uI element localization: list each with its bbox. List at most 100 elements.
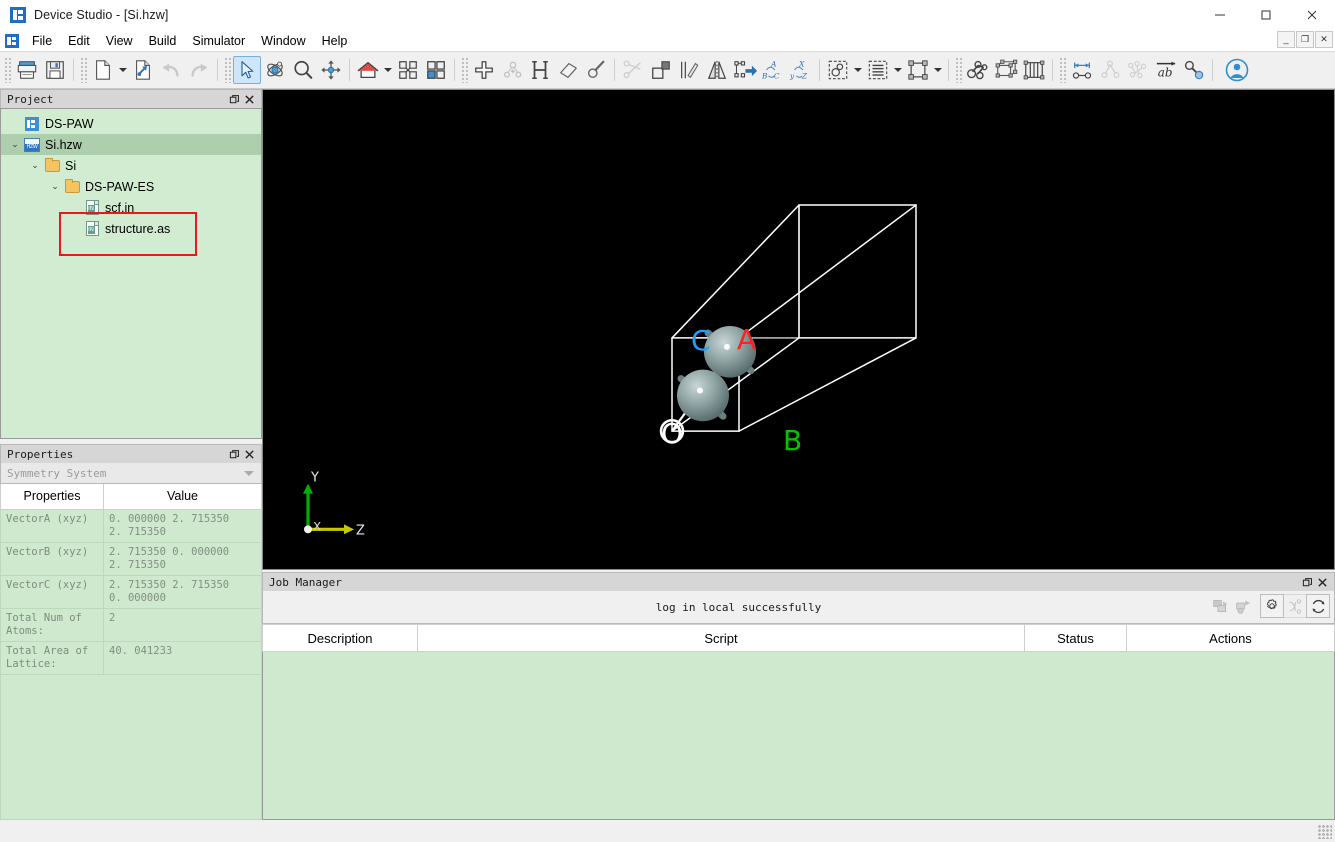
project-panel-close-button[interactable] <box>242 92 257 107</box>
hydrogen-icon[interactable] <box>526 56 554 84</box>
add-molecule-icon[interactable] <box>498 56 526 84</box>
tree-item-label: structure.as <box>105 221 171 236</box>
toolbar-grip[interactable] <box>955 57 962 83</box>
crystal-structure-render[interactable]: O A B C Y Z X <box>263 90 1334 569</box>
resize-grip-icon[interactable] <box>1318 825 1332 839</box>
undo-icon[interactable] <box>157 56 185 84</box>
chevron-down-icon[interactable]: ⌄ <box>47 179 63 195</box>
cell-style-icon[interactable] <box>904 56 932 84</box>
supercell-icon[interactable] <box>647 56 675 84</box>
menu-view[interactable]: View <box>98 32 141 50</box>
chevron-down-icon[interactable] <box>244 470 254 476</box>
polyhedra-icon[interactable] <box>1020 56 1048 84</box>
column-header-actions: Actions <box>1126 624 1335 652</box>
measure-angle-icon[interactable] <box>1096 56 1124 84</box>
cut-bond-icon[interactable] <box>619 56 647 84</box>
project-panel: Project DS-PAW ⌄ HZW Si.hzw ⌄ Si ⌄ DS-PA… <box>0 89 262 439</box>
new-file-dropdown-arrow[interactable] <box>117 56 129 84</box>
close-button[interactable] <box>1289 0 1335 30</box>
table-row[interactable]: VectorC (xyz) 2. 715350 2. 715350 0. 000… <box>0 574 262 609</box>
tree-item-si[interactable]: ⌄ Si <box>1 155 261 176</box>
toolbar-grip[interactable] <box>4 57 11 83</box>
eraser-icon[interactable] <box>554 56 582 84</box>
tree-item-scf-in[interactable]: IN scf.in <box>1 197 261 218</box>
toolbar-grip[interactable] <box>461 57 468 83</box>
table-row[interactable]: Total Area of Lattice: 40. 041233 <box>0 640 262 675</box>
job-manager-close-button[interactable] <box>1315 575 1330 590</box>
user-account-icon[interactable] <box>1223 56 1251 84</box>
shuffle-icon[interactable] <box>1283 594 1307 618</box>
wireframe-icon[interactable] <box>992 56 1020 84</box>
measure-torsion-icon[interactable] <box>1124 56 1152 84</box>
toolbar-grip[interactable] <box>80 57 87 83</box>
redo-icon[interactable] <box>185 56 213 84</box>
save-icon[interactable] <box>41 56 69 84</box>
menu-edit[interactable]: Edit <box>60 32 98 50</box>
ball-stick-icon[interactable] <box>964 56 992 84</box>
tree-item-ds-paw-es[interactable]: ⌄ DS-PAW-ES <box>1 176 261 197</box>
table-row[interactable]: Total Num of Atoms: 2 <box>0 607 262 642</box>
pick-atom-icon[interactable] <box>582 56 610 84</box>
axes-xyz-icon[interactable]: X y Z <box>787 56 815 84</box>
minimize-button[interactable] <box>1197 0 1243 30</box>
atom-style-icon[interactable] <box>824 56 852 84</box>
tree-item-ds-paw[interactable]: DS-PAW <box>1 113 261 134</box>
print-icon[interactable] <box>13 56 41 84</box>
fit-view-icon[interactable] <box>394 56 422 84</box>
menu-help[interactable]: Help <box>314 32 356 50</box>
tile-view-icon[interactable] <box>422 56 450 84</box>
lattice-abc-icon[interactable]: A B C <box>759 56 787 84</box>
mdi-minimize-button[interactable]: _ <box>1277 31 1295 48</box>
zoom-icon[interactable] <box>289 56 317 84</box>
bond-tool-icon[interactable] <box>1180 56 1208 84</box>
new-file-icon[interactable] <box>89 56 117 84</box>
table-row[interactable]: VectorB (xyz) 2. 715350 0. 000000 2. 715… <box>0 541 262 576</box>
chevron-down-icon[interactable]: ⌄ <box>7 137 23 153</box>
maximize-button[interactable] <box>1243 0 1289 30</box>
column-header-description: Description <box>262 624 418 652</box>
menu-simulator[interactable]: Simulator <box>184 32 253 50</box>
chevron-down-icon[interactable]: ⌄ <box>27 158 43 174</box>
tree-item-structure-as[interactable]: IN structure.as <box>1 218 261 239</box>
symmetry-system-selector[interactable]: Symmetry System <box>0 463 262 484</box>
project-panel-float-button[interactable] <box>227 92 242 107</box>
toolbar-grip[interactable] <box>224 57 231 83</box>
layer-style-icon[interactable] <box>864 56 892 84</box>
properties-panel-float-button[interactable] <box>227 447 242 462</box>
refresh-icon[interactable] <box>1306 594 1330 618</box>
measure-distance-icon[interactable] <box>1068 56 1096 84</box>
menu-file[interactable]: File <box>24 32 60 50</box>
property-name: Total Num of Atoms: <box>0 607 104 642</box>
home-view-dropdown-arrow[interactable] <box>382 56 394 84</box>
properties-panel-close-button[interactable] <box>242 447 257 462</box>
project-tree[interactable]: DS-PAW ⌄ HZW Si.hzw ⌄ Si ⌄ DS-PAW-ES IN … <box>1 109 261 438</box>
job-manager-float-button[interactable] <box>1300 575 1315 590</box>
tree-item-si-hzw[interactable]: ⌄ HZW Si.hzw <box>1 134 261 155</box>
mdi-restore-button[interactable]: ❐ <box>1296 31 1314 48</box>
label-ab-icon[interactable]: ab <box>1152 56 1180 84</box>
pan-icon[interactable] <box>317 56 345 84</box>
rotate-icon[interactable] <box>261 56 289 84</box>
home-view-icon[interactable] <box>354 56 382 84</box>
application-window: Device Studio - [Si.hzw] File Edit View … <box>0 0 1335 842</box>
structure-viewport[interactable]: O A B C Y Z X <box>262 89 1335 570</box>
menu-window[interactable]: Window <box>253 32 313 50</box>
table-row[interactable]: VectorA (xyz) 0. 000000 2. 715350 2. 715… <box>0 508 262 543</box>
menu-build[interactable]: Build <box>141 32 185 50</box>
select-pointer-icon[interactable] <box>233 56 261 84</box>
toolbar-grip[interactable] <box>1059 57 1066 83</box>
job-table-empty-body[interactable] <box>262 652 1335 820</box>
atom-style-dropdown-arrow[interactable] <box>852 56 864 84</box>
property-value: 2. 715350 0. 000000 2. 715350 <box>103 541 262 576</box>
cell-style-dropdown-arrow[interactable] <box>932 56 944 84</box>
mdi-close-button[interactable]: ✕ <box>1315 31 1333 48</box>
transform-icon[interactable] <box>731 56 759 84</box>
stop-job-icon[interactable] <box>1231 594 1255 618</box>
mirror-icon[interactable] <box>703 56 731 84</box>
add-atom-icon[interactable] <box>470 56 498 84</box>
settings-icon[interactable] <box>1260 594 1284 618</box>
slab-icon[interactable] <box>675 56 703 84</box>
import-file-icon[interactable] <box>129 56 157 84</box>
layer-style-dropdown-arrow[interactable] <box>892 56 904 84</box>
submit-job-icon[interactable] <box>1208 594 1232 618</box>
